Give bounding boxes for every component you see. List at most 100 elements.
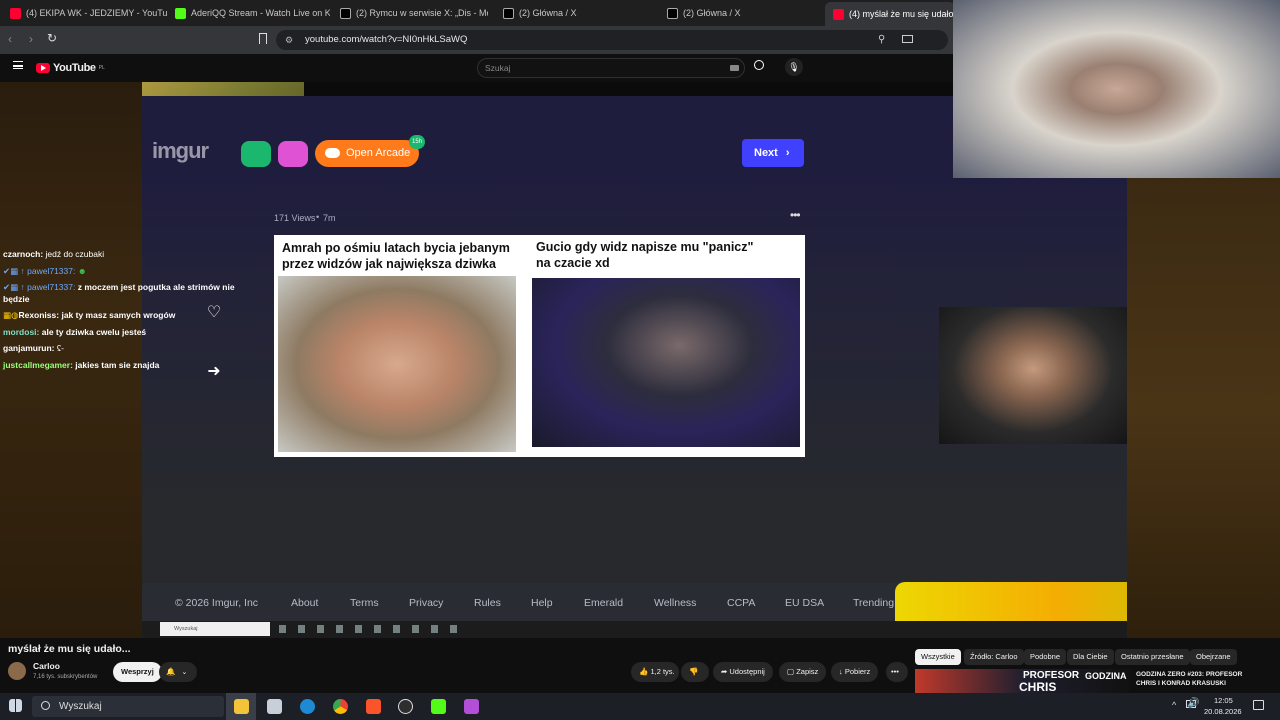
youtube-logo[interactable]: YouTube PL (36, 62, 105, 74)
channel-name[interactable]: Carloo (33, 661, 60, 671)
footer-link[interactable]: Rules (474, 597, 501, 609)
browser-tab[interactable]: AderiQQ Stream - Watch Live on Kick (175, 3, 330, 23)
taskbar-search[interactable]: Wyszukaj (32, 696, 224, 717)
zoom-icon[interactable]: ⚲ (878, 30, 885, 50)
inner-taskbar-icons (279, 625, 459, 633)
inner-search-box[interactable]: Wyszukaj (160, 622, 270, 636)
clock-time[interactable]: 12:05 (1214, 696, 1233, 705)
imgur-logo[interactable]: imgur (152, 138, 209, 164)
share-arrow-icon[interactable]: ➜ (192, 352, 236, 392)
volume-icon[interactable]: 🔊 (1187, 698, 1199, 709)
browser-tab[interactable]: (2) Główna / X (503, 3, 653, 23)
chat-message: ▦◍Rexoniss: jak ty masz samych wrogów (3, 310, 176, 320)
download-icon: ↓ (839, 667, 843, 676)
more-actions-button[interactable]: ••• (886, 662, 908, 682)
notification-bell-button[interactable]: 🔔 ⌄ (159, 662, 197, 682)
reload-icon[interactable]: ↻ (47, 31, 57, 45)
save-button[interactable]: ▢ Zapisz (779, 662, 827, 682)
chat-icon[interactable] (278, 141, 308, 167)
footer-copyright: © 2026 Imgur, Inc (175, 597, 259, 609)
browser-tab[interactable]: (2) Rymcu w serwisie X: „Dis - Mons (340, 3, 488, 23)
chip-source[interactable]: Źródło: Carloo (964, 649, 1024, 665)
bookmark-icon[interactable] (259, 33, 267, 44)
clock-date[interactable]: 20.08.2026 (1204, 707, 1242, 716)
next-button[interactable]: Next › (742, 139, 804, 167)
like-button[interactable]: 👍 1,2 tys. (631, 662, 679, 682)
youtube-play-icon (36, 63, 50, 73)
chat-message: czarnoch: jedź do czubaki (3, 249, 105, 259)
open-arcade-button[interactable]: Open Arcade (315, 140, 419, 167)
meme-image: Amrah po ośmiu latach bycia jebanym prze… (274, 235, 805, 457)
chip-similar[interactable]: Podobne (1024, 649, 1067, 665)
footer-link[interactable]: Terms (350, 597, 379, 609)
chip-for-you[interactable]: Dla Ciebie (1067, 649, 1114, 665)
app-icon[interactable] (464, 699, 479, 714)
microphone-icon[interactable]: 🎙 (785, 58, 803, 76)
emote-icon: ☻ (77, 266, 87, 276)
footer-link[interactable]: Wellness (654, 597, 696, 609)
back-icon[interactable]: ‹ (8, 32, 12, 46)
task-view-icon[interactable] (267, 699, 282, 714)
cast-icon[interactable] (902, 35, 913, 43)
forward-icon[interactable]: › (29, 32, 33, 46)
badge-icon: ✔▦ ↑ (3, 282, 25, 292)
share-button[interactable]: ➦ Udostępnij (713, 662, 773, 682)
support-button[interactable]: Wesprzyj (113, 662, 162, 682)
meme-right-caption: Gucio gdy widz napisze mu "panicz" na cz… (536, 240, 754, 270)
browser-tab-active[interactable]: (4) myślał że mu się udało... - Y (825, 2, 955, 26)
meme-left-caption: Amrah po ośmiu latach bycia jebanym prze… (282, 241, 510, 271)
footer-link[interactable]: Emerald (584, 597, 623, 609)
download-button[interactable]: ↓ Pobierz (831, 662, 879, 682)
youtube-header: YouTube PL Szukaj 🎙 (0, 54, 955, 82)
more-options-icon[interactable]: ••• (790, 208, 801, 222)
kick-app-icon[interactable] (431, 699, 446, 714)
browser-tab[interactable]: (2) Główna / X (667, 3, 817, 23)
keyboard-icon[interactable] (730, 65, 739, 71)
x-icon (340, 7, 351, 19)
chat-message: ganjamurun: ʢ- (3, 343, 64, 353)
dislike-button[interactable]: 👎 (681, 662, 709, 682)
upload-icon[interactable] (241, 141, 271, 167)
search-icon[interactable] (754, 60, 764, 70)
youtube-icon (833, 8, 844, 20)
share-icon: ➦ (721, 667, 728, 676)
chevron-up-icon[interactable]: ^ (1172, 700, 1176, 710)
browser-tab[interactable]: (4) EKIPA WK - JEDZIEMY - YouTube (10, 3, 168, 23)
obs-icon[interactable] (398, 699, 413, 714)
notification-icon[interactable] (1253, 700, 1264, 710)
chip-recent[interactable]: Ostatnio przesłane (1115, 649, 1190, 665)
channel-avatar[interactable] (8, 662, 26, 680)
chat-message: mordosi: ale ty dziwka cwelu jesteś (3, 327, 147, 337)
url-field[interactable]: ⚙ youtube.com/watch?v=NI0nHkLSaWQ ⚲ (276, 30, 948, 50)
footer-link[interactable]: EU DSA (785, 597, 824, 609)
chrome-icon[interactable] (333, 699, 348, 714)
save-icon: ▢ (787, 667, 795, 676)
footer-link[interactable]: About (291, 597, 318, 609)
youtube-search-input[interactable]: Szukaj (477, 58, 745, 78)
youtube-icon (10, 7, 21, 19)
chat-message: justcallmegamer: jakies tam sie znajda (3, 360, 160, 370)
arcade-badge: 15h (409, 135, 425, 149)
footer-link[interactable]: Help (531, 597, 553, 609)
chat-message: będzie (3, 294, 30, 304)
chevron-down-icon: ⌄ (181, 669, 188, 676)
youtube-video-info: myślał że mu się udało... Carloo 7,16 ty… (0, 638, 1280, 693)
meme-left-photo (278, 276, 516, 452)
windows-start-icon[interactable] (9, 699, 22, 712)
related-video-title[interactable]: GODZINA ZERO #203: PROFESOR CHRIS I KONR… (1136, 670, 1251, 688)
edge-icon[interactable] (300, 699, 315, 714)
related-video-thumbnail[interactable]: PROFESOR GODZINA CHRIS (915, 669, 1130, 693)
chip-watched[interactable]: Obejrzane (1190, 649, 1237, 665)
footer-link[interactable]: Privacy (409, 597, 443, 609)
heart-icon[interactable]: ♡ (192, 292, 236, 334)
chip-all[interactable]: Wszystkie (915, 649, 961, 665)
site-info-icon[interactable]: ⚙ (285, 30, 293, 50)
footer-link[interactable]: CCPA (727, 597, 755, 609)
footer-link[interactable]: Trending (853, 597, 894, 609)
post-views: 171 Views (274, 213, 316, 223)
badge-icon: ▦◍ (3, 310, 19, 320)
bell-icon: 🔔 (166, 667, 176, 676)
address-bar-row: ‹ › ↻ ⚙ youtube.com/watch?v=NI0nHkLSaWQ … (0, 26, 955, 54)
brave-icon[interactable] (366, 699, 381, 714)
thumbs-down-icon: 👎 (689, 667, 699, 676)
